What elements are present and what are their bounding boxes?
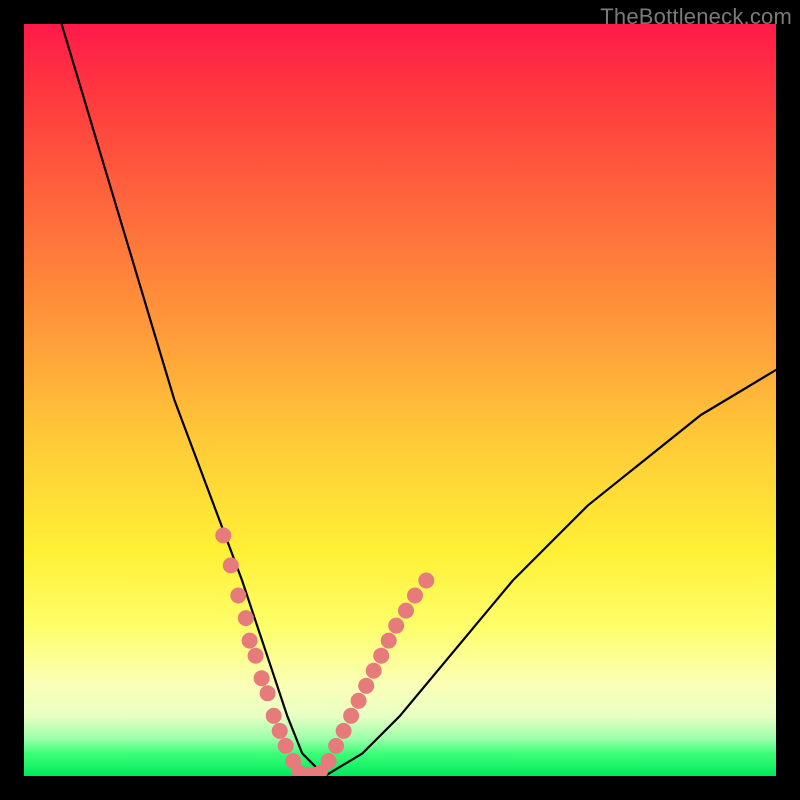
data-point — [248, 648, 264, 664]
data-point — [366, 663, 382, 679]
chart-plot-area — [24, 24, 776, 776]
chart-svg — [24, 24, 776, 776]
data-point — [260, 685, 276, 701]
data-point — [230, 588, 246, 604]
data-point — [272, 723, 288, 739]
data-point — [223, 557, 239, 573]
data-point — [373, 648, 389, 664]
data-point — [388, 618, 404, 634]
data-point — [278, 738, 294, 754]
data-point — [407, 588, 423, 604]
data-point — [254, 670, 270, 686]
data-point — [238, 610, 254, 626]
data-point — [358, 678, 374, 694]
data-point — [328, 738, 344, 754]
data-point — [215, 527, 231, 543]
data-point — [351, 693, 367, 709]
data-point — [381, 633, 397, 649]
data-point — [418, 573, 434, 589]
data-point — [398, 603, 414, 619]
data-point — [343, 708, 359, 724]
data-point — [242, 633, 258, 649]
bottleneck-curve — [62, 24, 776, 776]
data-point — [336, 723, 352, 739]
data-point — [266, 708, 282, 724]
